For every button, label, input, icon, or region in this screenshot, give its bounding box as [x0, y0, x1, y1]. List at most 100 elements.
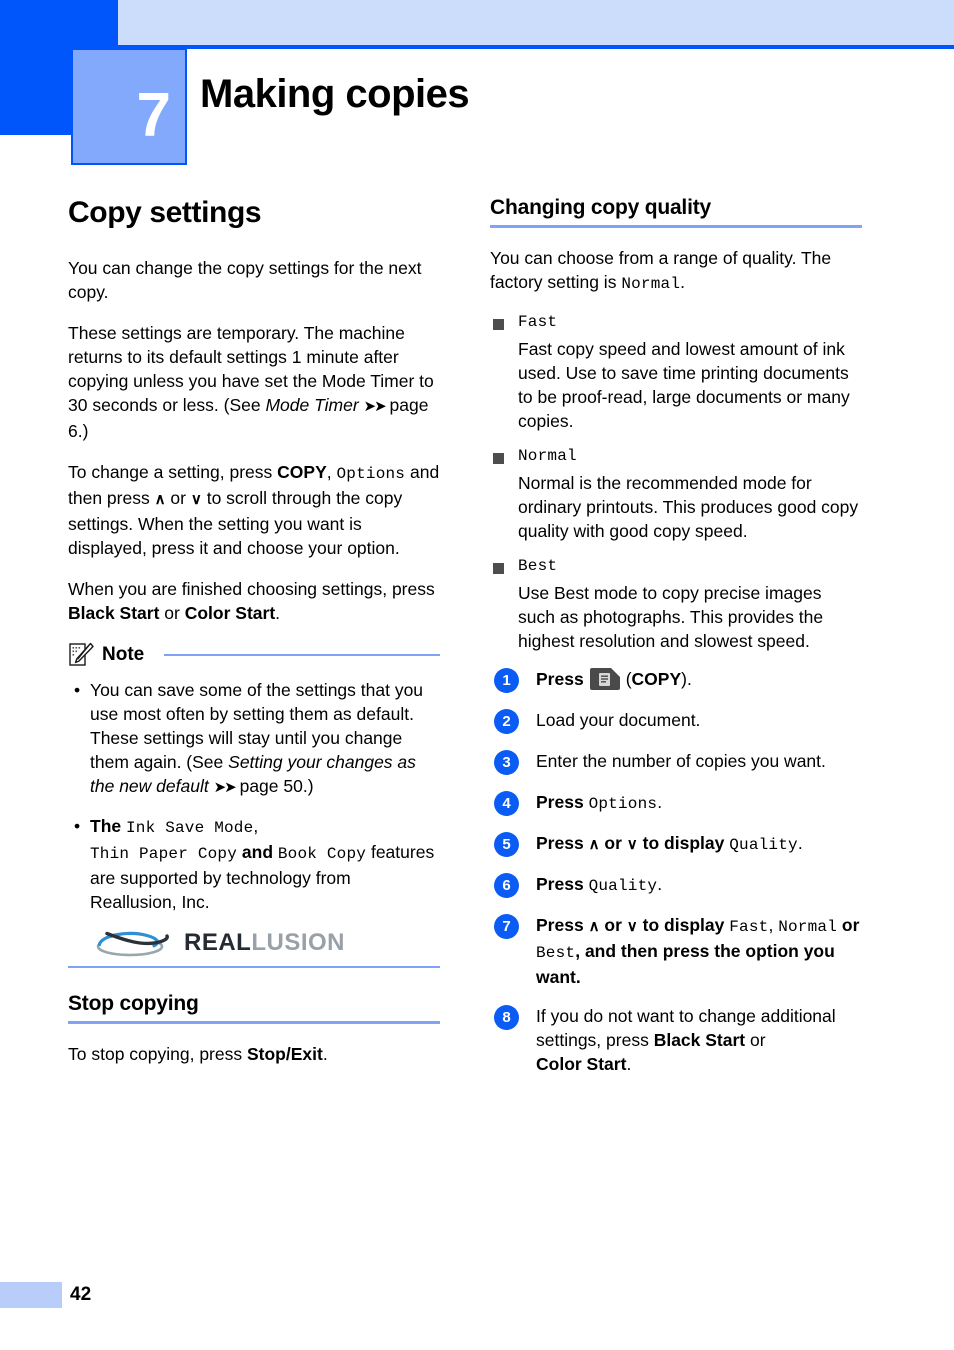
text-run: , — [253, 816, 259, 836]
step-item: 5 Press ∧ or ∨ to display Quality. — [490, 831, 862, 857]
text-run: . — [657, 874, 663, 894]
lcd-label-ink-save-mode: Ink Save Mode — [125, 819, 254, 837]
text-run: , and then press the option you want. — [536, 941, 835, 987]
chapter-header: 7 Making copies — [0, 0, 954, 180]
text-run: The — [90, 816, 126, 836]
step-number: 5 — [494, 832, 519, 857]
reallusion-wordmark: REALLUSION — [184, 929, 345, 957]
paragraph-temporary-settings: These settings are temporary. The machin… — [68, 321, 440, 443]
bullet-dot: • — [74, 680, 81, 700]
paragraph-change-setting: To change a setting, press COPY, Options… — [68, 460, 440, 560]
section-heading-rule — [490, 225, 862, 228]
right-column: Changing copy quality You can choose fro… — [490, 196, 862, 1091]
text-run: page 50.) — [234, 776, 314, 796]
caret-up-icon: ∧ — [588, 836, 600, 853]
square-bullet-icon — [493, 453, 504, 464]
text-run: . — [275, 603, 281, 623]
key-label-color-start: Color Start — [184, 603, 276, 623]
header-light-bar — [118, 0, 954, 45]
lcd-label-fast: Fast — [729, 918, 769, 936]
step-text: Load your document. — [536, 710, 701, 730]
section-heading-copy-settings: Copy settings — [68, 196, 262, 229]
chapter-number: 7 — [136, 81, 171, 150]
text-run: or — [159, 603, 185, 623]
caret-down-icon: ∨ — [626, 836, 638, 853]
caret-down-icon: ∨ — [190, 491, 202, 508]
page-footer: 42 — [0, 1282, 954, 1322]
paragraph-finished-choosing: When you are finished choosing settings,… — [68, 577, 440, 625]
logo-word-real: REAL — [184, 929, 252, 956]
key-label-copy: COPY — [277, 462, 327, 482]
text-run: . — [680, 272, 685, 292]
section-heading-rule — [68, 1021, 440, 1024]
caret-down-icon: ∨ — [626, 918, 638, 935]
quality-option-term: Fast — [490, 313, 862, 331]
quality-option-description: Use Best mode to copy precise images suc… — [518, 583, 824, 651]
quality-option-description: Normal is the recommended mode for ordin… — [518, 473, 859, 541]
left-column: Copy settings You can change the copy se… — [68, 196, 440, 1083]
cross-reference-arrow-icon: ➤➤ — [363, 398, 387, 415]
note-bottom-rule — [68, 966, 440, 968]
note-bullet-list: • You can save some of the settings that … — [68, 678, 440, 914]
cross-reference-arrow-icon: ➤➤ — [213, 779, 237, 796]
step-number: 7 — [494, 914, 519, 939]
text-run: To change a setting, press — [68, 462, 278, 482]
chapter-title: Making copies — [200, 72, 470, 116]
note-bullet-item: • The Ink Save Mode, Thin Paper Copy and … — [68, 814, 440, 914]
step-item: 6 Press Quality. — [490, 872, 862, 898]
lcd-label-normal: Normal — [518, 447, 577, 465]
step-item: 7 Press ∧ or ∨ to display Fast, Normal or… — [490, 913, 862, 989]
text-run: or — [841, 915, 860, 935]
page-number: 42 — [70, 1284, 92, 1305]
square-bullet-icon — [493, 319, 504, 330]
cross-reference-title: Mode Timer — [265, 395, 359, 415]
quality-option-term: Normal — [490, 447, 862, 465]
reallusion-swoosh-icon — [94, 928, 172, 958]
step-number: 8 — [494, 1005, 519, 1030]
lcd-label-options: Options — [336, 465, 406, 483]
text-run: To stop copying, press — [68, 1044, 247, 1064]
lcd-label-quality: Quality — [729, 836, 798, 854]
lcd-label-best: Best — [536, 944, 576, 962]
lcd-label-normal: Normal — [621, 275, 681, 293]
quality-option-term: Best — [490, 557, 862, 575]
footer-tab — [0, 1282, 62, 1308]
text-run: Press — [536, 833, 584, 853]
text-run: , — [768, 915, 774, 935]
text-run: to display — [642, 833, 725, 853]
text-run: Press — [536, 874, 584, 894]
header-rule — [118, 45, 954, 49]
lcd-label-options: Options — [588, 795, 658, 813]
chapter-number-box: 7 — [71, 48, 187, 165]
step-item: 3 Enter the number of copies you want. — [490, 749, 862, 775]
section-heading-stop-copying-wrap: Stop copying — [68, 992, 440, 1024]
copy-key-icon — [588, 667, 622, 692]
lcd-label-normal: Normal — [778, 918, 837, 936]
text-run: , — [326, 462, 337, 482]
paragraph-copy-settings-intro: You can change the copy settings for the… — [68, 258, 422, 302]
paragraph-quality-intro: You can choose from a range of quality. … — [490, 246, 862, 296]
key-label-color-start: Color Start — [536, 1054, 627, 1074]
step-number: 4 — [494, 791, 519, 816]
quality-option-item: Best Use Best mode to copy precise image… — [490, 557, 862, 653]
lcd-label-quality: Quality — [588, 877, 658, 895]
step-number: 3 — [494, 750, 519, 775]
quality-option-item: Fast Fast copy speed and lowest amount o… — [490, 313, 862, 433]
note-rule — [164, 654, 440, 656]
text-run: . — [657, 792, 663, 812]
caret-up-icon: ∧ — [154, 491, 166, 508]
text-run: Press — [536, 915, 584, 935]
note-header: Note — [68, 642, 440, 668]
text-run: ). — [681, 669, 692, 689]
text-run: or — [165, 488, 191, 508]
step-number: 1 — [494, 668, 519, 693]
text-run: or — [604, 833, 622, 853]
note-bullet-item: • You can save some of the settings that … — [68, 678, 440, 800]
section-heading-changing-copy-quality: Changing copy quality — [490, 196, 711, 219]
section-heading-changing-copy-quality-wrap: Changing copy quality — [490, 196, 862, 228]
logo-word-lusion: LUSION — [251, 929, 346, 956]
key-label-black-start: Black Start — [68, 603, 160, 623]
key-label-stop-exit: Stop/Exit — [246, 1044, 323, 1064]
step-item: 4 Press Options. — [490, 790, 862, 816]
paragraph-stop-copying: To stop copying, press Stop/Exit. — [68, 1042, 440, 1066]
